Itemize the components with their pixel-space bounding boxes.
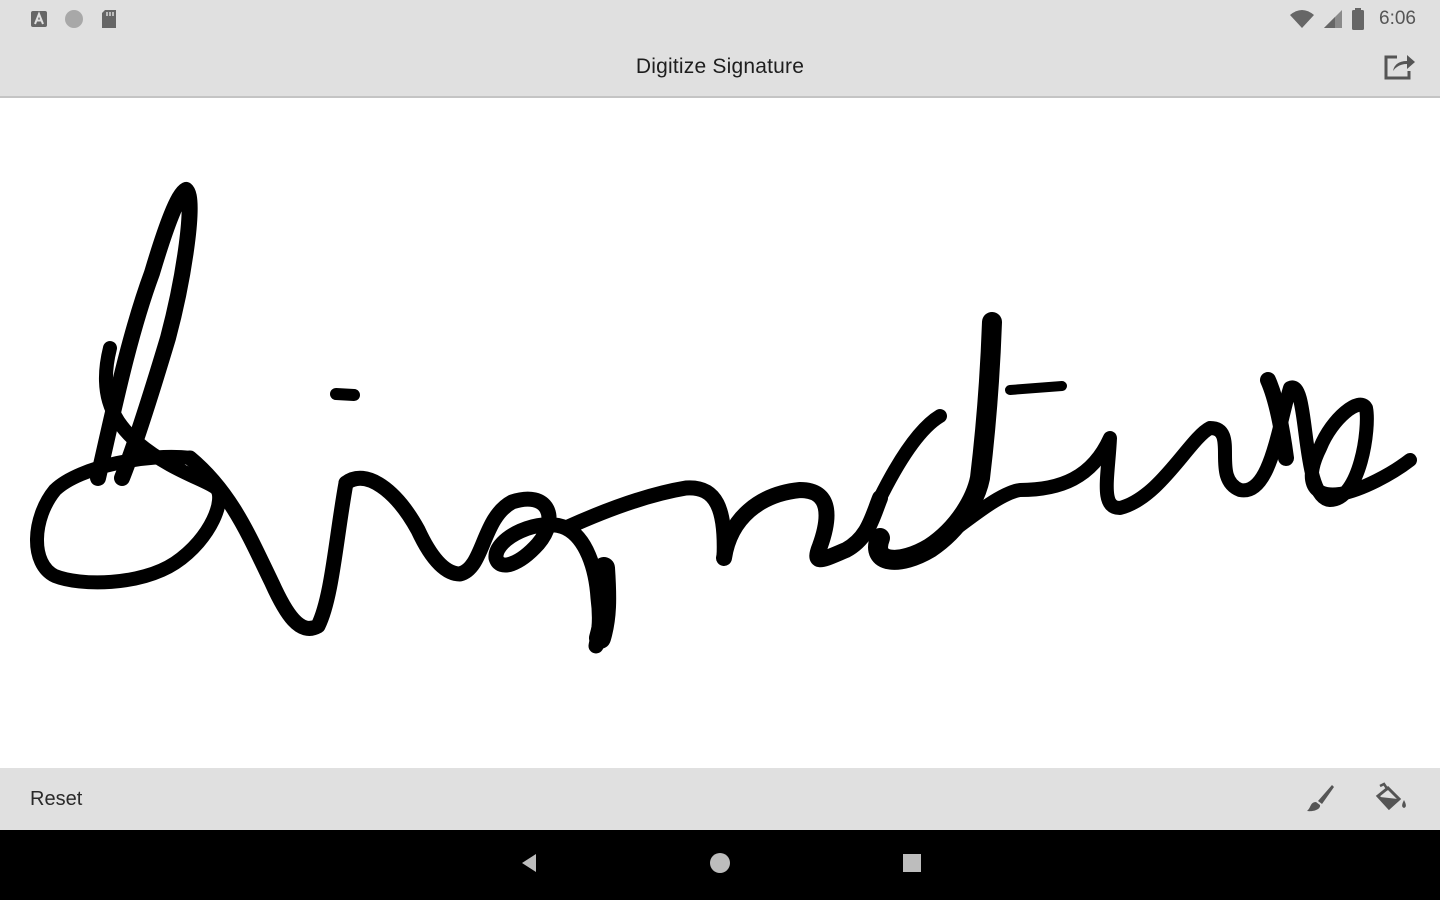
home-icon xyxy=(708,851,732,880)
signature-stroke xyxy=(716,482,888,568)
page-title: Digitize Signature xyxy=(635,55,805,78)
app-bar: Digitize Signature xyxy=(0,38,1440,98)
notification-a-icon xyxy=(30,10,48,28)
circle-notification-icon xyxy=(64,9,84,29)
signature-stroke xyxy=(923,380,1417,555)
signature-stroke xyxy=(589,557,617,649)
status-notifications xyxy=(30,9,118,29)
bottom-toolbar: Reset xyxy=(0,768,1440,830)
back-button[interactable] xyxy=(514,850,544,880)
paint-bucket-icon xyxy=(1374,781,1410,819)
back-icon xyxy=(518,852,540,879)
home-button[interactable] xyxy=(705,850,735,880)
signature-stroke xyxy=(873,409,947,505)
reset-button[interactable]: Reset xyxy=(30,788,82,811)
navigation-bar xyxy=(0,830,1440,900)
signature-canvas[interactable] xyxy=(0,98,1440,768)
signature-stroke xyxy=(868,312,1002,570)
brush-button[interactable] xyxy=(1300,780,1340,820)
status-bar: 6:06 xyxy=(0,0,1440,38)
signature-stroke xyxy=(338,470,607,654)
cell-signal-icon xyxy=(1323,9,1343,29)
recents-icon xyxy=(902,853,922,878)
brush-icon xyxy=(1304,782,1336,819)
share-icon xyxy=(1383,51,1417,86)
sd-card-icon xyxy=(100,9,118,29)
signature-stroke xyxy=(182,450,354,636)
share-button[interactable] xyxy=(1380,50,1420,86)
paint-bucket-button[interactable] xyxy=(1372,780,1412,820)
wifi-icon xyxy=(1289,9,1315,29)
signature-drawing xyxy=(30,182,1417,654)
recents-button[interactable] xyxy=(897,850,927,880)
signature-stroke xyxy=(1005,381,1067,395)
signature-stroke xyxy=(90,182,198,486)
battery-icon xyxy=(1351,8,1365,30)
status-time: 6:06 xyxy=(1379,8,1416,29)
signature-stroke xyxy=(330,388,360,401)
status-system: 6:06 xyxy=(1289,8,1416,30)
